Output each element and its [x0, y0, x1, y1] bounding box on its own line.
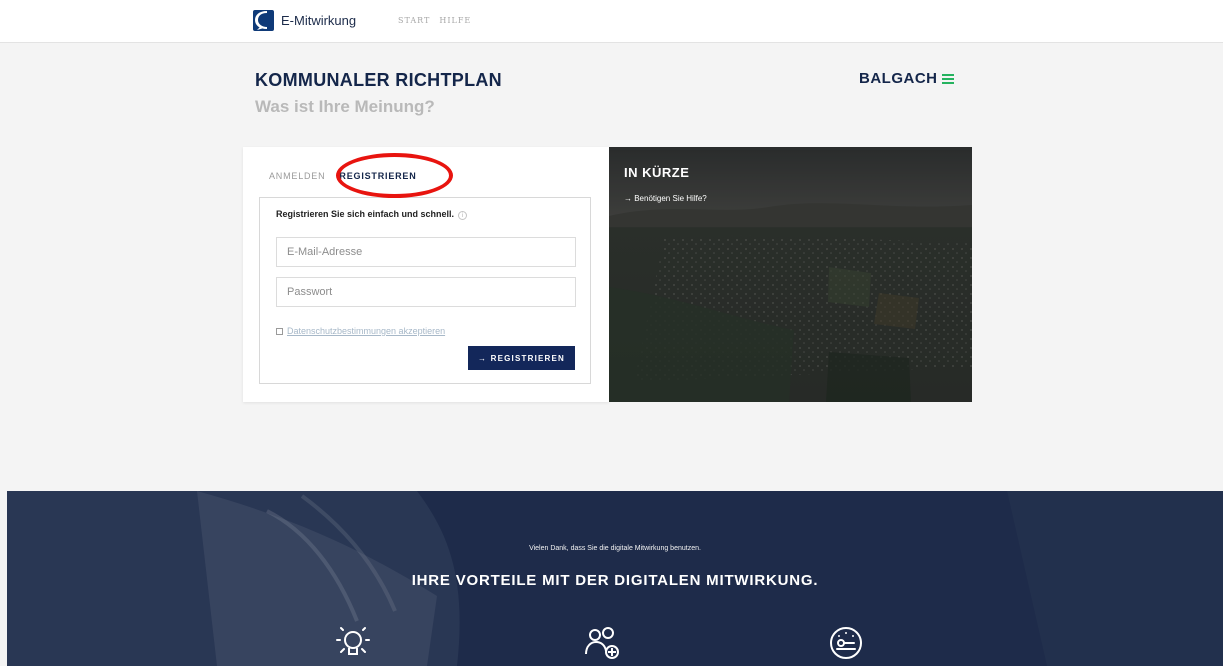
e-mitwirkung-logo[interactable]: E-Mitwirkung [253, 10, 356, 31]
privacy-policy-link[interactable]: Datenschutzbestimmungen akzeptieren [287, 326, 445, 336]
speech-bubble-logo-icon [253, 10, 274, 31]
auth-tabs: ANMELDEN REGISTRIEREN [269, 171, 417, 181]
top-navigation: E-Mitwirkung START HILFE [0, 0, 1223, 43]
tab-registrieren[interactable]: REGISTRIEREN [339, 171, 416, 181]
registration-card: ANMELDEN REGISTRIEREN Registrieren Sie s… [243, 147, 609, 402]
municipality-brand: BALGACH [859, 70, 954, 87]
benefits-title: IHRE VORTEILE MIT DER DIGITALEN MITWIRKU… [411, 572, 819, 589]
main-navigation: START HILFE [398, 16, 471, 25]
benefits-section: Vielen Dank, dass Sie die digitale Mitwi… [7, 491, 1223, 666]
nav-start-link[interactable]: START [398, 16, 430, 25]
page-subtitle: Was ist Ihre Meinung? [255, 97, 435, 116]
register-button[interactable]: → REGISTRIEREN [468, 346, 575, 370]
municipality-menu-icon[interactable] [941, 73, 954, 85]
registration-intro: Registrieren Sie sich einfach und schnel… [276, 209, 468, 220]
privacy-consent-checkbox[interactable] [276, 327, 283, 335]
municipality-name: BALGACH [859, 70, 938, 87]
aerial-landscape-image [609, 147, 972, 402]
help-link[interactable]: → Benötigen Sie Hilfe? [624, 194, 707, 203]
info-circle-icon[interactable]: i [458, 211, 468, 220]
nav-hilfe-link[interactable]: HILFE [439, 16, 471, 25]
password-field[interactable] [276, 277, 576, 307]
page-title: KOMMUNALER RICHTPLAN [255, 70, 502, 90]
tab-anmelden[interactable]: ANMELDEN [269, 171, 325, 181]
registration-intro-text: Registrieren Sie sich einfach und schnel… [276, 209, 455, 219]
lightbulb-icon [336, 627, 370, 655]
privacy-consent[interactable]: Datenschutzbestimmungen akzeptieren [276, 326, 445, 336]
users-add-icon [585, 627, 619, 659]
project-overview-panel: IN KÜRZE → Benötigen Sie Hilfe? [609, 147, 972, 402]
thanks-message: Vielen Dank, dass Sie die digitale Mitwi… [529, 545, 701, 552]
overview-heading: IN KÜRZE [624, 165, 690, 180]
gauge-icon [830, 627, 862, 659]
registration-form: Registrieren Sie sich einfach und schnel… [259, 197, 591, 384]
email-field[interactable] [276, 237, 576, 267]
app-name: E-Mitwirkung [281, 13, 357, 28]
